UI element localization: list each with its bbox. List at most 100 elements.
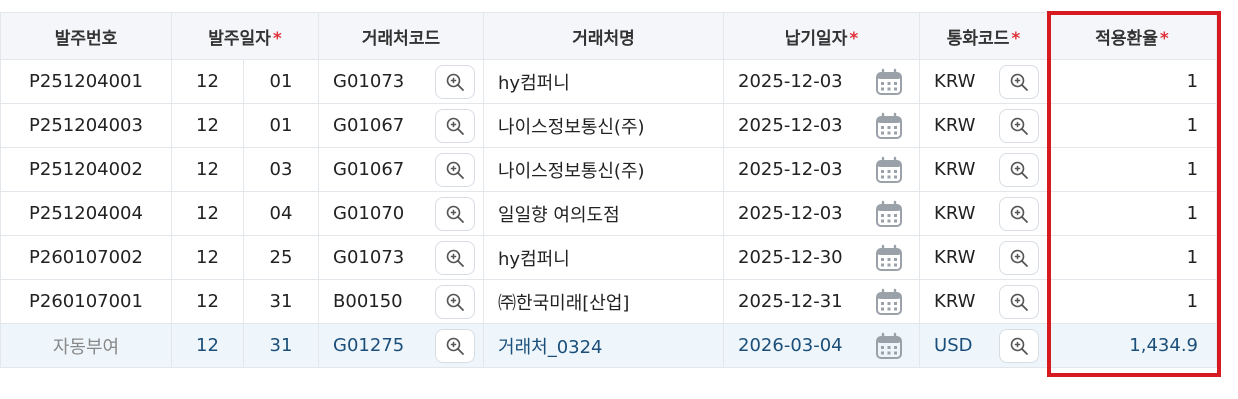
cell-due-date[interactable]: 2025-12-30: [723, 235, 921, 280]
magnifier-plus-icon[interactable]: [435, 108, 476, 143]
currency-text: KRW: [934, 247, 976, 268]
cell-po-month[interactable]: 12: [171, 191, 244, 236]
cell-currency[interactable]: KRW: [919, 147, 1049, 192]
due-date-text: 2026-03-04: [738, 335, 843, 356]
cell-currency[interactable]: KRW: [919, 279, 1049, 324]
table-row[interactable]: P260107002 12 25 G01073 hy컴퍼니 2025-12-30 KRW 1: [0, 235, 1218, 280]
cell-exchange-rate[interactable]: 1: [1047, 103, 1218, 148]
table-row[interactable]: P251204001 12 01 G01073 hy컴퍼니 2025-12-03 KRW 1: [0, 59, 1218, 104]
table-row[interactable]: P251204002 12 03 G01067 나이스정보통신(주) 2025-12-03…: [0, 147, 1218, 192]
cell-exchange-rate[interactable]: 1: [1047, 279, 1218, 324]
cell-vendor-name[interactable]: hy컴퍼니: [483, 235, 725, 280]
cell-po-no[interactable]: P260107001: [0, 279, 172, 324]
magnifier-plus-icon[interactable]: [435, 64, 476, 99]
cell-currency[interactable]: KRW: [919, 235, 1049, 280]
magnifier-plus-icon[interactable]: [435, 196, 476, 231]
cell-po-day[interactable]: 03: [242, 147, 320, 192]
cell-vendor-code[interactable]: G01070: [318, 191, 485, 236]
magnifier-plus-icon[interactable]: [435, 152, 476, 187]
col-header-exchange-rate[interactable]: 적용환율 *: [1047, 12, 1218, 60]
cell-po-no[interactable]: P251204002: [0, 147, 172, 192]
magnifier-plus-icon[interactable]: [999, 196, 1040, 231]
cell-po-day[interactable]: 31: [242, 279, 320, 324]
vendor-code-text: G01073: [333, 71, 405, 92]
col-header-po-no[interactable]: 발주번호: [0, 12, 172, 60]
cell-vendor-code[interactable]: G01275: [318, 323, 485, 368]
cell-exchange-rate[interactable]: 1: [1047, 191, 1218, 236]
cell-po-month[interactable]: 12: [171, 147, 244, 192]
cell-vendor-name[interactable]: hy컴퍼니: [483, 59, 725, 104]
calendar-icon[interactable]: [873, 330, 905, 362]
col-header-due-date[interactable]: 납기일자 *: [723, 12, 921, 60]
cell-po-day[interactable]: 31: [242, 323, 320, 368]
cell-vendor-name[interactable]: 나이스정보통신(주): [483, 147, 725, 192]
cell-currency[interactable]: KRW: [919, 103, 1049, 148]
cell-currency[interactable]: USD: [919, 323, 1049, 368]
cell-vendor-code[interactable]: G01073: [318, 59, 485, 104]
cell-po-no[interactable]: P260107002: [0, 235, 172, 280]
cell-po-no[interactable]: 자동부여: [0, 323, 172, 368]
table-row[interactable]: P251204003 12 01 G01067 나이스정보통신(주) 2025-12-03…: [0, 103, 1218, 148]
cell-exchange-rate[interactable]: 1: [1047, 59, 1218, 104]
cell-vendor-name[interactable]: ㈜한국미래[산업]: [483, 279, 725, 324]
magnifier-plus-icon[interactable]: [435, 328, 476, 363]
cell-due-date[interactable]: 2025-12-03: [723, 59, 921, 104]
col-header-po-date[interactable]: 발주일자 *: [170, 12, 320, 60]
cell-vendor-code[interactable]: B00150: [318, 279, 485, 324]
col-header-vendor-name[interactable]: 거래처명: [483, 12, 725, 60]
cell-po-no[interactable]: P251204004: [0, 191, 172, 236]
cell-vendor-code[interactable]: G01073: [318, 235, 485, 280]
magnifier-plus-icon[interactable]: [435, 284, 476, 319]
table-row[interactable]: P260107001 12 31 B00150 ㈜한국미래[산업] 2025-12-31 K…: [0, 279, 1218, 324]
calendar-icon[interactable]: [873, 110, 905, 142]
magnifier-plus-icon[interactable]: [999, 240, 1040, 275]
table-row[interactable]: P251204004 12 04 G01070 일일향 여의도점 2025-12-03 KR…: [0, 191, 1218, 236]
cell-due-date[interactable]: 2025-12-31: [723, 279, 921, 324]
due-date-text: 2025-12-03: [738, 71, 843, 92]
calendar-icon[interactable]: [873, 154, 905, 186]
cell-po-month[interactable]: 12: [171, 235, 244, 280]
cell-due-date[interactable]: 2025-12-03: [723, 147, 921, 192]
calendar-icon[interactable]: [873, 66, 905, 98]
cell-po-month[interactable]: 12: [171, 323, 244, 368]
magnifier-plus-icon[interactable]: [435, 240, 476, 275]
cell-po-month[interactable]: 12: [171, 103, 244, 148]
due-date-text: 2025-12-03: [738, 203, 843, 224]
due-date-text: 2025-12-31: [738, 291, 843, 312]
currency-text: KRW: [934, 71, 976, 92]
cell-currency[interactable]: KRW: [919, 191, 1049, 236]
cell-po-day[interactable]: 25: [242, 235, 320, 280]
magnifier-plus-icon[interactable]: [999, 64, 1040, 99]
cell-po-day[interactable]: 01: [242, 59, 320, 104]
col-header-currency[interactable]: 통화코드 *: [919, 12, 1049, 60]
calendar-icon[interactable]: [873, 242, 905, 274]
cell-vendor-name[interactable]: 거래처_0324: [483, 323, 725, 368]
new-table-row[interactable]: 자동부여 12 31 G01275 거래처_0324 2026-03-04 USD 1,434…: [0, 323, 1218, 368]
cell-due-date[interactable]: 2026-03-04: [723, 323, 921, 368]
calendar-icon[interactable]: [873, 198, 905, 230]
cell-vendor-code[interactable]: G01067: [318, 103, 485, 148]
magnifier-plus-icon[interactable]: [999, 108, 1040, 143]
col-header-vendor-code[interactable]: 거래처코드: [318, 12, 485, 60]
cell-due-date[interactable]: 2025-12-03: [723, 103, 921, 148]
cell-po-day[interactable]: 04: [242, 191, 320, 236]
cell-vendor-code[interactable]: G01067: [318, 147, 485, 192]
required-mark: *: [1011, 28, 1021, 49]
cell-po-day[interactable]: 01: [242, 103, 320, 148]
magnifier-plus-icon[interactable]: [999, 328, 1040, 363]
cell-po-no[interactable]: P251204001: [0, 59, 172, 104]
cell-exchange-rate[interactable]: 1: [1047, 147, 1218, 192]
magnifier-plus-icon[interactable]: [999, 284, 1040, 319]
cell-po-no[interactable]: P251204003: [0, 103, 172, 148]
currency-text: KRW: [934, 291, 976, 312]
cell-currency[interactable]: KRW: [919, 59, 1049, 104]
cell-vendor-name[interactable]: 나이스정보통신(주): [483, 103, 725, 148]
cell-po-month[interactable]: 12: [171, 59, 244, 104]
magnifier-plus-icon[interactable]: [999, 152, 1040, 187]
cell-vendor-name[interactable]: 일일향 여의도점: [483, 191, 725, 236]
calendar-icon[interactable]: [873, 286, 905, 318]
cell-exchange-rate[interactable]: 1,434.9: [1047, 323, 1218, 368]
cell-due-date[interactable]: 2025-12-03: [723, 191, 921, 236]
cell-po-month[interactable]: 12: [171, 279, 244, 324]
cell-exchange-rate[interactable]: 1: [1047, 235, 1218, 280]
